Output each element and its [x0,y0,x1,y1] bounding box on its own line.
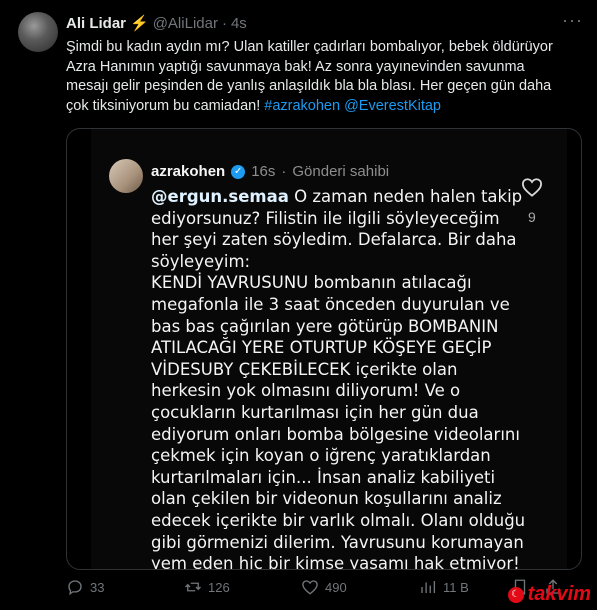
tweet-text: Şimdi bu kadın aydın mı? Ulan katiller ç… [66,38,581,116]
comment-time: 16s [251,163,276,180]
author-name[interactable]: Ali Lidar [66,15,126,32]
views-button[interactable]: 11 B [419,578,469,596]
takvim-watermark: ☾ takvim [507,583,591,606]
view-count: 11 B [443,579,469,595]
tweet-header: Ali Lidar ⚡ @AliLidar · 4s [66,14,247,33]
repost-count: 126 [208,579,230,595]
like-heart-icon [302,580,318,595]
hashtag-link[interactable]: #azrakohen [264,98,340,114]
like-count: 490 [325,579,347,595]
repost-button[interactable]: 126 [184,578,230,596]
repost-icon [185,582,201,592]
separator-dot: · [221,14,227,32]
commenter-username: azrakohen [151,163,226,180]
author-handle[interactable]: @AliLidar [153,15,218,32]
like-button[interactable]: 490 [301,578,347,596]
mention-link[interactable]: @EverestKitap [344,98,441,114]
comment-like-count: 9 [528,209,536,225]
tweet-timestamp[interactable]: 4s [231,15,247,32]
comment-text: @ergun.semaa O zaman neden halen takip e… [151,186,526,570]
reply-icon [68,580,82,596]
comment-separator: · [281,163,287,180]
crescent-star-icon: ☾ [507,586,524,603]
reply-count: 33 [90,579,105,595]
author-avatar[interactable] [18,12,58,52]
views-chart-icon [421,581,436,593]
verified-badge-icon: ✓ [231,164,246,179]
comment-header: azrakohen ✓ 16s · Gönderi sahibi [151,163,389,180]
more-options-icon[interactable]: ··· [562,10,583,31]
instagram-comment-screenshot: azrakohen ✓ 16s · Gönderi sahibi @ergun.… [91,129,567,569]
comment-main: KENDİ YAVRUSUNU bombanın atılacağı megaf… [151,273,526,570]
heart-icon [521,178,543,197]
commenter-avatar [109,159,143,193]
post-owner-label: Gönderi sahibi [292,163,390,180]
tweet-actions-bar: 33 126 490 11 B [66,578,581,598]
comment-mention: @ergun.semaa [151,187,289,206]
lightning-bolt-icon: ⚡ [130,15,149,32]
reply-button[interactable]: 33 [66,578,104,596]
quoted-screenshot-card[interactable]: azrakohen ✓ 16s · Gönderi sahibi @ergun.… [66,128,582,570]
watermark-text: takvim [527,583,591,605]
